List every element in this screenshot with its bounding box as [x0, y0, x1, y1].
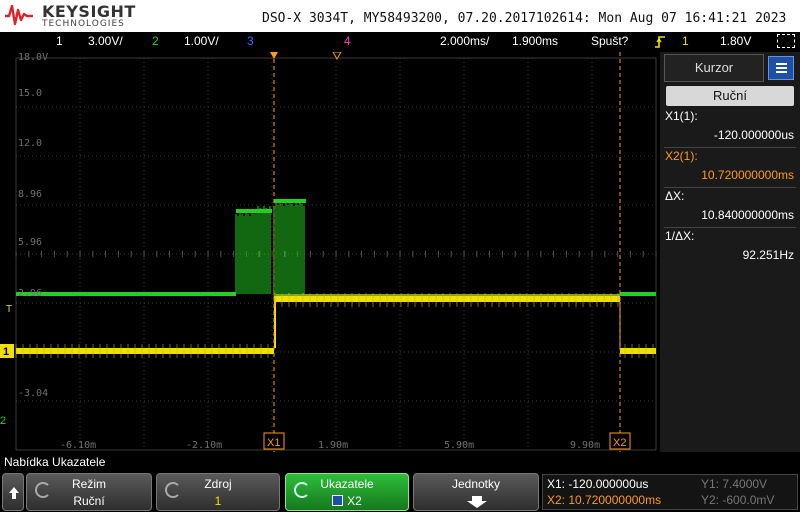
keysight-wave-icon	[5, 4, 33, 26]
ch1-scale[interactable]: 3.00V/	[88, 34, 123, 48]
x-axis-label: 5.90m	[444, 440, 474, 451]
trigger-source[interactable]: 1	[682, 34, 689, 48]
header-bar: KEYSIGHT TECHNOLOGIES DSO-X 3034T, MY584…	[0, 0, 800, 32]
cursor-x1-label: X1	[267, 437, 280, 449]
y-axis-label: 8.96	[18, 189, 42, 200]
x1-label: X1(1):	[665, 109, 698, 123]
waveform-display[interactable]: X1 X2 18.0V 15.0 12.0 8.96 5.96 2.96 -3.04 -6.10…	[0, 52, 660, 452]
readout-y1: Y1: 7.4000V	[701, 477, 768, 491]
cursors-softkey-title: Ukazatele	[320, 477, 374, 491]
y-axis-label: 15.0	[18, 88, 42, 99]
x-axis-label: 1.90m	[318, 440, 348, 451]
arrow-up-icon	[9, 487, 19, 499]
y-axis-label: -3.04	[18, 388, 48, 399]
mode-softkey-value: Ruční	[73, 494, 105, 508]
cursors-softkey[interactable]: Ukazatele X2	[285, 473, 409, 511]
inverse-delta-x-label: 1/ΔX:	[665, 229, 695, 243]
cursor-panel: Kurzor Ruční X1(1): -120.000000us X2(1):…	[660, 52, 800, 452]
x2-value: 10.720000000ms	[701, 168, 794, 182]
status-bar: 1 3.00V/ 2 1.00V/ 3 4 2.000ms/ 1.900ms S…	[0, 32, 800, 52]
delta-x-label: ΔX:	[665, 189, 685, 203]
mode-softkey[interactable]: Režim Ruční	[26, 473, 152, 511]
panel-menu-icon[interactable]	[768, 56, 794, 80]
arrow-down-icon	[467, 496, 487, 508]
cursor-lines[interactable]: X1 X2	[263, 52, 631, 452]
timebase-scale[interactable]: 2.000ms/	[440, 34, 489, 48]
cursor-x2-label: X2	[613, 437, 626, 449]
source-softkey[interactable]: Zdroj 1	[156, 473, 280, 511]
units-softkey-title: Jednotky	[451, 477, 501, 491]
trigger-edge-icon	[655, 36, 665, 48]
inverse-delta-x-value: 92.251Hz	[742, 248, 794, 262]
ch2-scale[interactable]: 1.00V/	[184, 34, 219, 48]
ch4-label[interactable]: 4	[344, 34, 351, 48]
x1-value: -120.000000us	[713, 128, 794, 142]
menu-title: Nabídka Ukazatele	[0, 452, 800, 472]
cursor-select-icon	[332, 495, 344, 506]
y-axis-label: 12.0	[18, 138, 42, 149]
ch2-burst-top-1	[236, 209, 272, 213]
zoom-icon[interactable]	[777, 34, 795, 48]
tab-cursor[interactable]: Kurzor	[664, 54, 764, 82]
trigger-mode[interactable]: Spušt?	[591, 34, 628, 48]
cursors-softkey-value: X2	[347, 494, 362, 508]
brand-subtitle: TECHNOLOGIES	[42, 19, 125, 29]
delta-x-value: 10.840000000ms	[701, 208, 794, 222]
ch1-marker-label: 1	[3, 346, 9, 358]
x2-label: X2(1):	[665, 149, 698, 163]
graticule	[15, 57, 657, 451]
units-softkey[interactable]: Jednotky	[413, 473, 539, 511]
mode-softkey-title: Režim	[71, 477, 106, 491]
instrument-title: DSO-X 3034T, MY58493200, 07.20.201710261…	[262, 11, 787, 26]
cursor-readout: X1: -120.000000us X2: 10.720000000ms Y1:…	[542, 474, 798, 510]
source-softkey-title: Zdroj	[204, 477, 232, 491]
ch2-label[interactable]: 2	[152, 34, 159, 48]
ch1-low-left	[16, 348, 274, 354]
ch1-label[interactable]: 1	[56, 34, 63, 48]
menu-up-button[interactable]	[2, 473, 24, 511]
x-axis-label: -2.10m	[186, 440, 222, 451]
trigger-level-marker: T	[6, 304, 12, 315]
y-axis-label: 2.96	[18, 288, 42, 299]
cursor-mode-box: Ruční	[666, 86, 794, 106]
ch2-burst-top-2	[274, 199, 306, 203]
readout-x1: X1: -120.000000us	[547, 477, 649, 491]
y-axis-label: 18.0V	[18, 52, 48, 63]
y-axis-label: 5.96	[18, 237, 42, 248]
source-softkey-value: 1	[214, 494, 222, 508]
timebase-delay[interactable]: 1.900ms	[512, 34, 558, 48]
ch2-baseline-left	[16, 292, 236, 296]
ch2-marker-label: 2	[0, 415, 6, 427]
ch3-label[interactable]: 3	[247, 34, 254, 48]
x-axis-label: 9.90m	[570, 440, 600, 451]
readout-y2: Y2: -600.0mV	[701, 493, 775, 507]
ch1-low-right	[620, 348, 656, 354]
ch2-baseline-right	[620, 292, 656, 296]
ch1-high	[276, 296, 620, 302]
trigger-level[interactable]: 1.80V	[720, 34, 751, 48]
readout-x2: X2: 10.720000000ms	[547, 493, 662, 507]
keysight-logo: KEYSIGHT TECHNOLOGIES	[4, 2, 135, 30]
x-axis-label: -6.10m	[60, 440, 96, 451]
